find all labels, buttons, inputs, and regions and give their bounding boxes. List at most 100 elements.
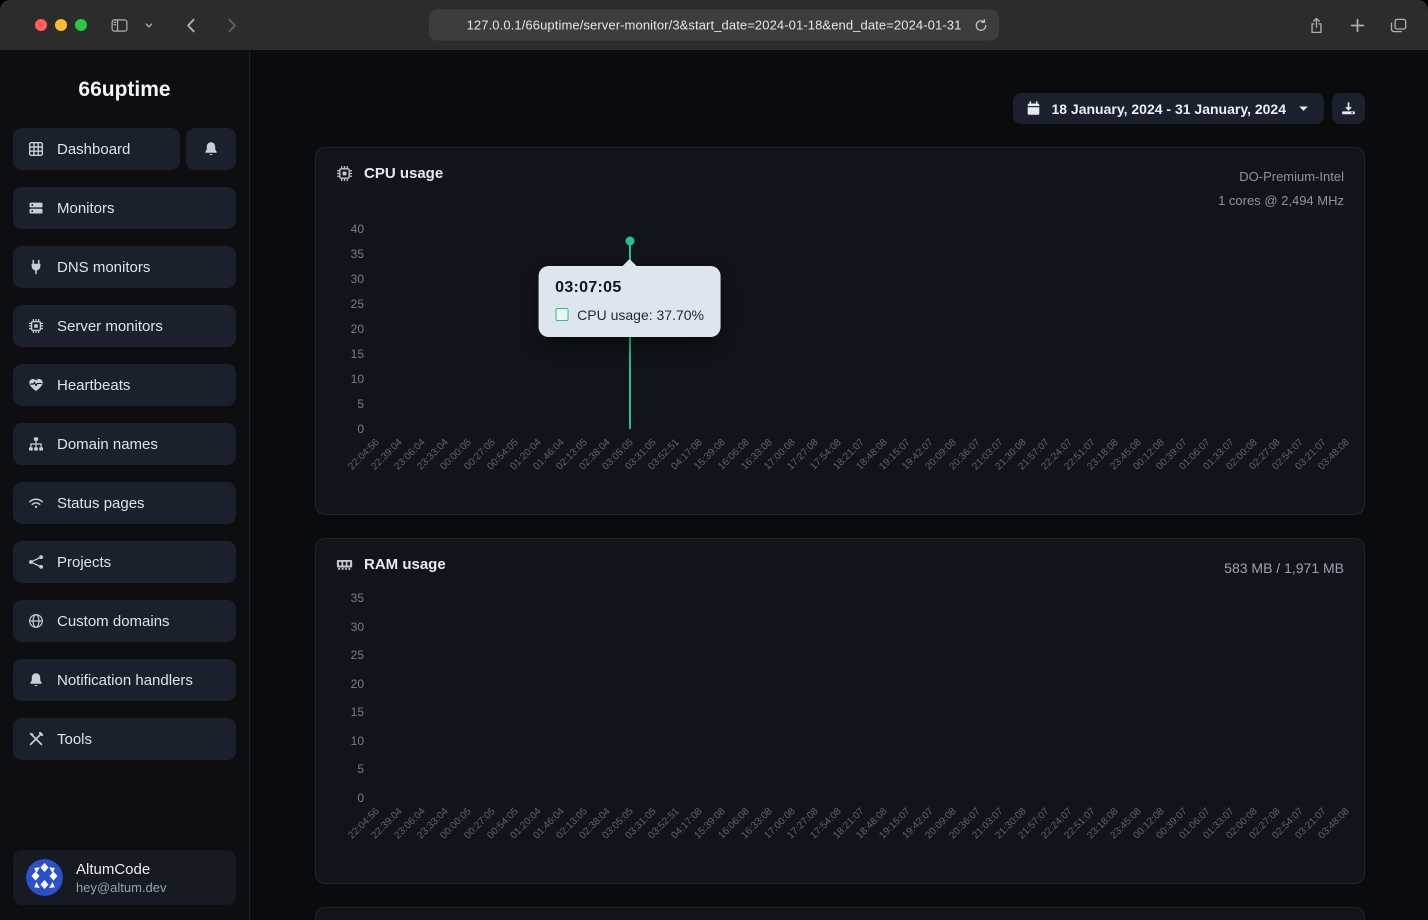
dashboard-notifications-button[interactable]	[186, 128, 236, 170]
sidebar-item-domain-names[interactable]: Domain names	[13, 423, 236, 465]
browser-window: 127.0.0.1/66uptime/server-monitor/3&star…	[0, 0, 1428, 920]
data-point-marker	[625, 236, 634, 245]
tab-overview-icon[interactable]	[1388, 15, 1408, 35]
cpu-usage-card: CPU usage DO-Premium-Intel 1 cores @ 2,4…	[315, 147, 1365, 515]
chip-icon	[27, 318, 44, 335]
nav-row: Tools	[13, 718, 236, 760]
page-toolbar: 18 January, 2024 - 31 January, 2024	[315, 93, 1365, 124]
user-card[interactable]: AltumCode hey@altum.dev	[13, 850, 236, 905]
zoom-window-button[interactable]	[75, 19, 87, 31]
date-range-picker[interactable]: 18 January, 2024 - 31 January, 2024	[1013, 93, 1324, 124]
sidebar-item-heartbeats[interactable]: Heartbeats	[13, 364, 236, 406]
ram-chart-plot[interactable]	[374, 598, 1344, 798]
server-specs: DO-Premium-Intel 1 cores @ 2,494 MHz	[1218, 165, 1344, 213]
y-axis-tick: 25	[351, 649, 364, 661]
share-icon[interactable]	[1306, 15, 1326, 35]
nav-row: Domain names	[13, 423, 236, 465]
window-controls	[0, 19, 87, 31]
tooltip-value: CPU usage: 37.70%	[577, 307, 704, 323]
y-axis-tick: 30	[351, 273, 364, 285]
sidebar-item-label: Server monitors	[57, 318, 163, 335]
sidebar-item-notification-handlers[interactable]: Notification handlers	[13, 659, 236, 701]
sidebar-item-label: Domain names	[57, 436, 158, 453]
nav-row: Dashboard	[13, 128, 236, 170]
server-cpu-spec: 1 cores @ 2,494 MHz	[1218, 189, 1344, 213]
new-tab-icon[interactable]	[1347, 15, 1367, 35]
sidebar-item-tools[interactable]: Tools	[13, 718, 236, 760]
ram-y-axis: 35302520151050	[336, 592, 374, 804]
sidebar-item-dashboard[interactable]: Dashboard	[13, 128, 180, 170]
export-button[interactable]	[1332, 93, 1365, 124]
sidebar-item-dns-monitors[interactable]: DNS monitors	[13, 246, 236, 288]
tools-icon	[27, 731, 44, 748]
sidebar-item-label: Tools	[57, 731, 92, 748]
nav-row: Status pages	[13, 482, 236, 524]
sidebar-item-monitors[interactable]: Monitors	[13, 187, 236, 229]
card-title: RAM usage	[364, 556, 446, 573]
sidebar-toggle-icon[interactable]	[109, 15, 129, 35]
user-email: hey@altum.dev	[76, 880, 167, 895]
bell-icon	[27, 672, 44, 689]
nav-row: Custom domains	[13, 600, 236, 642]
ram-chart-svg	[374, 598, 1344, 798]
y-axis-tick: 5	[357, 763, 364, 775]
sidebar-item-server-monitors[interactable]: Server monitors	[13, 305, 236, 347]
forward-icon	[221, 15, 241, 35]
share-nodes-icon	[27, 554, 44, 571]
bell-icon	[203, 141, 220, 158]
cpu-chart-svg	[374, 229, 1344, 429]
sidebar-item-projects[interactable]: Projects	[13, 541, 236, 583]
nav-row: Server monitors	[13, 305, 236, 347]
download-icon	[1341, 101, 1356, 116]
sidebar-item-label: Heartbeats	[57, 377, 130, 394]
nav-row: DNS monitors	[13, 246, 236, 288]
y-axis-tick: 5	[357, 398, 364, 410]
sidebar-item-label: Monitors	[57, 200, 115, 217]
y-axis-tick: 25	[351, 298, 364, 310]
sidebar-nav: Dashboard Monitors DNS monitors Server moni…	[0, 128, 249, 838]
nav-row: Notification handlers	[13, 659, 236, 701]
app-logo[interactable]: 66uptime	[0, 78, 249, 102]
tab-group-chevron-icon[interactable]	[143, 15, 155, 35]
plug-icon	[27, 259, 44, 276]
back-icon[interactable]	[181, 15, 201, 35]
cpu-y-axis: 4035302520151050	[336, 223, 374, 435]
nav-row: Projects	[13, 541, 236, 583]
caret-down-icon	[1296, 101, 1311, 116]
chart-tooltip: 03:07:05 CPU usage: 37.70%	[538, 266, 721, 337]
cpu-chip-icon	[336, 165, 353, 182]
next-card-partial	[315, 907, 1365, 920]
y-axis-tick: 0	[357, 423, 364, 435]
sidebar-item-label: Dashboard	[57, 141, 130, 158]
wifi-icon	[27, 495, 44, 512]
sidebar-item-status-pages[interactable]: Status pages	[13, 482, 236, 524]
server-icon	[27, 200, 44, 217]
globe-icon	[27, 613, 44, 630]
y-axis-tick: 35	[351, 592, 364, 604]
sidebar-item-label: Projects	[57, 554, 111, 571]
sitemap-icon	[27, 436, 44, 453]
y-axis-tick: 0	[357, 792, 364, 804]
y-axis-tick: 10	[351, 373, 364, 385]
reload-icon[interactable]	[971, 15, 991, 35]
sidebar-item-custom-domains[interactable]: Custom domains	[13, 600, 236, 642]
memory-icon	[336, 556, 353, 573]
url-text[interactable]: 127.0.0.1/66uptime/server-monitor/3&star…	[467, 18, 962, 33]
date-range-label: 18 January, 2024 - 31 January, 2024	[1051, 101, 1286, 117]
nav-row: Heartbeats	[13, 364, 236, 406]
series-swatch-icon	[555, 308, 568, 321]
close-window-button[interactable]	[35, 19, 47, 31]
ram-x-axis: 22:04:5622:39:0423:06:0423:33:0400:00:05…	[336, 801, 1344, 873]
ram-usage-card: RAM usage 583 MB / 1,971 MB 353025201510…	[315, 538, 1365, 884]
grid-icon	[27, 141, 44, 158]
user-name: AltumCode	[76, 861, 167, 878]
sidebar: 66uptime Dashboard Monitors DNS monitors Se…	[0, 50, 250, 920]
heart-pulse-icon	[27, 377, 44, 394]
y-axis-tick: 40	[351, 223, 364, 235]
cpu-chart-plot[interactable]: 03:07:05 CPU usage: 37.70%	[374, 229, 1344, 429]
y-axis-tick: 20	[351, 678, 364, 690]
minimize-window-button[interactable]	[55, 19, 67, 31]
y-axis-tick: 10	[351, 735, 364, 747]
y-axis-tick: 30	[351, 621, 364, 633]
address-bar[interactable]: 127.0.0.1/66uptime/server-monitor/3&star…	[429, 10, 999, 41]
